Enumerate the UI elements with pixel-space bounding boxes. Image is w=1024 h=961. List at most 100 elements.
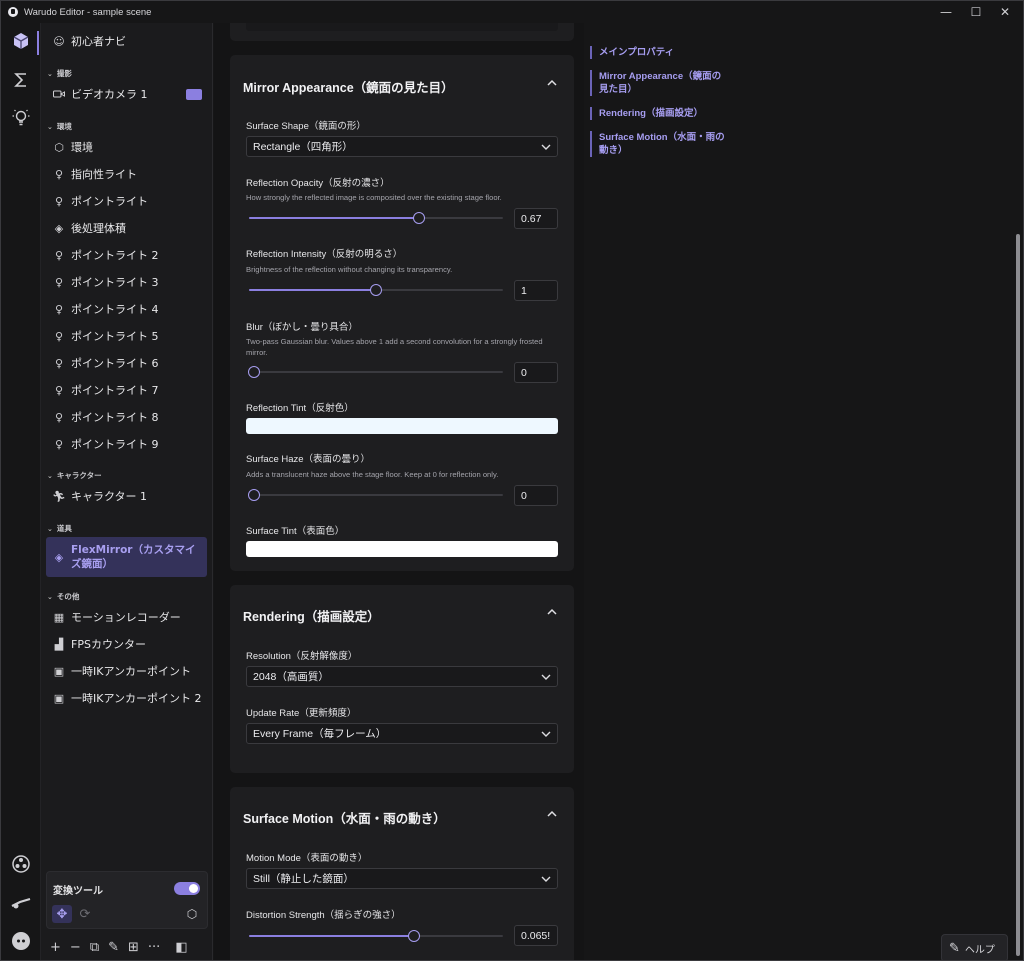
sidebar-item-point-light-5[interactable]: ♀ ポイントライト 5: [53, 326, 159, 346]
sidebar-item-character[interactable]: 🏃︎ キャラクター 1: [52, 486, 147, 506]
minimize-button[interactable]: —: [929, 1, 963, 23]
slider-knob[interactable]: [413, 212, 425, 224]
reflection-opacity-input[interactable]: 0.67: [514, 208, 558, 229]
discord-icon[interactable]: [9, 929, 33, 953]
motion-mode-select[interactable]: Still（静止した鏡面）: [246, 868, 558, 889]
sidebar-item-flexmirror[interactable]: ◈ FlexMirror（カスタマイズ鏡面）: [46, 537, 207, 577]
point-light-6-label: ポイントライト 6: [71, 357, 159, 370]
resolution-select[interactable]: 2048（高画質）: [246, 666, 558, 687]
help-button[interactable]: ✎ ヘルプ: [941, 934, 1008, 960]
vertical-scrollbar[interactable]: [1016, 234, 1020, 956]
bulb-icon: ♀: [54, 410, 64, 424]
sidebar-item-point-light[interactable]: ♀ ポイントライト: [53, 191, 148, 211]
surface-haze-slider[interactable]: [248, 489, 503, 501]
help-label: ヘルプ: [964, 944, 995, 956]
inspector-panel: Mirror Appearance（鏡面の見た目） Surface Shape（…: [214, 23, 584, 960]
group-props[interactable]: ⌄ 道具: [47, 523, 72, 534]
lightbulb-icon[interactable]: [9, 106, 33, 130]
sidebar-item-point-light-8[interactable]: ♀ ポイントライト 8: [53, 407, 159, 427]
distortion-strength-slider[interactable]: [249, 930, 503, 942]
sidebar-item-point-light-7[interactable]: ♀ ポイントライト 7: [53, 380, 159, 400]
reflection-opacity-label: Reflection Opacity（反射の濃さ）: [246, 178, 390, 189]
update-rate-select[interactable]: Every Frame（毎フレーム）: [246, 723, 558, 744]
ik-anchor-2-label: 一時IKアンカーポイント 2: [71, 692, 202, 705]
blur-input[interactable]: 0: [514, 362, 558, 383]
surface-shape-select[interactable]: Rectangle（四角形）: [246, 136, 558, 157]
bulb-icon: ♀: [54, 356, 64, 370]
surface-tint-label: Surface Tint（表面色）: [246, 526, 345, 537]
close-button[interactable]: ✕: [988, 1, 1022, 23]
sidebar-item-point-light-3[interactable]: ♀ ポイントライト 3: [53, 272, 159, 292]
reflection-opacity-slider[interactable]: [249, 212, 503, 224]
group-shoot[interactable]: ⌄ 撮影: [47, 68, 72, 79]
rotate-tool-icon[interactable]: ⟳: [75, 905, 95, 923]
group-character[interactable]: ⌄ キャラクター: [47, 470, 102, 481]
window-title: Warudo Editor - sample scene: [24, 6, 152, 18]
sidebar-item-point-light-4[interactable]: ♀ ポイントライト 4: [53, 299, 159, 319]
sidebar-item-point-light-2[interactable]: ♀ ポイントライト 2: [53, 245, 159, 265]
reflection-intensity-slider[interactable]: [249, 284, 503, 296]
sidebar-item-point-light-6[interactable]: ♀ ポイントライト 6: [53, 353, 159, 373]
blur-slider[interactable]: [248, 366, 503, 378]
scene-cube-icon[interactable]: [9, 29, 33, 53]
slider-knob[interactable]: [408, 930, 420, 942]
scale-cube-icon[interactable]: ⬡: [182, 905, 202, 923]
chevron-up-icon[interactable]: [546, 77, 558, 89]
chevron-down-icon: [541, 144, 551, 150]
collapse-panel-icon[interactable]: ◧: [175, 940, 187, 955]
add-icon[interactable]: +: [50, 940, 61, 955]
chevron-up-icon[interactable]: [546, 808, 558, 820]
anchor-square-icon: ▣: [53, 664, 65, 678]
sidebar-item-fps-counter[interactable]: ▟ FPSカウンター: [53, 634, 146, 654]
toc-surface-motion[interactable]: Surface Motion（水面・雨の動き）: [590, 131, 730, 157]
point-light-label: ポイントライト: [71, 195, 148, 208]
sidebar-item-ik-anchor[interactable]: ▣ 一時IKアンカーポイント: [53, 661, 191, 681]
remove-icon[interactable]: −: [70, 940, 81, 955]
recorder-icon: ▦: [53, 610, 65, 624]
surface-haze-input[interactable]: 0: [514, 485, 558, 506]
group-other[interactable]: ⌄ その他: [47, 591, 79, 602]
duplicate-icon[interactable]: ⧉: [90, 940, 99, 955]
sidebar-item-environment[interactable]: ⬡ 環境: [53, 137, 93, 157]
group-other-label: その他: [56, 592, 80, 601]
surface-tint-swatch[interactable]: [246, 541, 558, 557]
group-environment[interactable]: ⌄ 環境: [47, 121, 72, 132]
slider-knob[interactable]: [248, 366, 260, 378]
surface-haze-desc: Adds a translucent haze above the stage …: [246, 470, 499, 479]
sidebar-item-ik-anchor-2[interactable]: ▣ 一時IKアンカーポイント 2: [53, 688, 202, 708]
mirror-appearance-card: Mirror Appearance（鏡面の見た目） Surface Shape（…: [230, 55, 574, 571]
slider-knob[interactable]: [248, 489, 260, 501]
chevron-down-icon: ⌄: [47, 592, 53, 601]
toc-rendering[interactable]: Rendering（描画設定）: [590, 107, 730, 120]
motion-mode-value: Still（静止した鏡面）: [253, 873, 354, 885]
blueprint-sigma-icon[interactable]: [9, 68, 33, 92]
reflection-tint-swatch[interactable]: [246, 418, 558, 434]
more-icon[interactable]: ···: [148, 940, 160, 955]
obs-icon[interactable]: [9, 852, 33, 876]
sidebar-item-camera[interactable]: ビデオカメラ 1: [53, 84, 148, 104]
slider-knob[interactable]: [370, 284, 382, 296]
toc-mirror-appearance[interactable]: Mirror Appearance（鏡面の見た目）: [590, 70, 730, 96]
sidebar-item-point-light-9[interactable]: ♀ ポイントライト 9: [53, 434, 159, 454]
chevron-up-icon[interactable]: [546, 606, 558, 618]
add-group-icon[interactable]: ⊞: [128, 940, 139, 955]
previous-field[interactable]: [246, 23, 558, 31]
beginner-guide-item[interactable]: ☺ 初心者ナビ: [53, 31, 126, 51]
toc-main-properties[interactable]: メインプロパティ: [590, 46, 730, 59]
bulb-icon: ♀: [54, 329, 64, 343]
rendering-title: Rendering（描画設定）: [243, 610, 380, 624]
reflection-intensity-input[interactable]: 1: [514, 280, 558, 301]
chevron-down-icon: ⌄: [47, 471, 53, 480]
rename-pencil-icon[interactable]: ✎: [108, 940, 119, 955]
transform-tools-toggle[interactable]: [174, 882, 200, 895]
group-props-label: 道具: [56, 524, 72, 533]
sidebar-item-motion-recorder[interactable]: ▦ モーションレコーダー: [53, 607, 181, 627]
activity-rail: [1, 23, 41, 960]
move-tool-icon[interactable]: ✥: [52, 905, 72, 923]
sidebar-item-post-process[interactable]: ◈ 後処理体積: [53, 218, 126, 238]
blur-label: Blur（ぼかし・曇り具合）: [246, 322, 358, 333]
distortion-strength-input[interactable]: 0.065!: [514, 925, 558, 946]
steam-icon[interactable]: [9, 891, 33, 915]
eye-icon: ◈: [54, 221, 64, 235]
sidebar-item-directional-light[interactable]: ♀ 指向性ライト: [53, 164, 137, 184]
